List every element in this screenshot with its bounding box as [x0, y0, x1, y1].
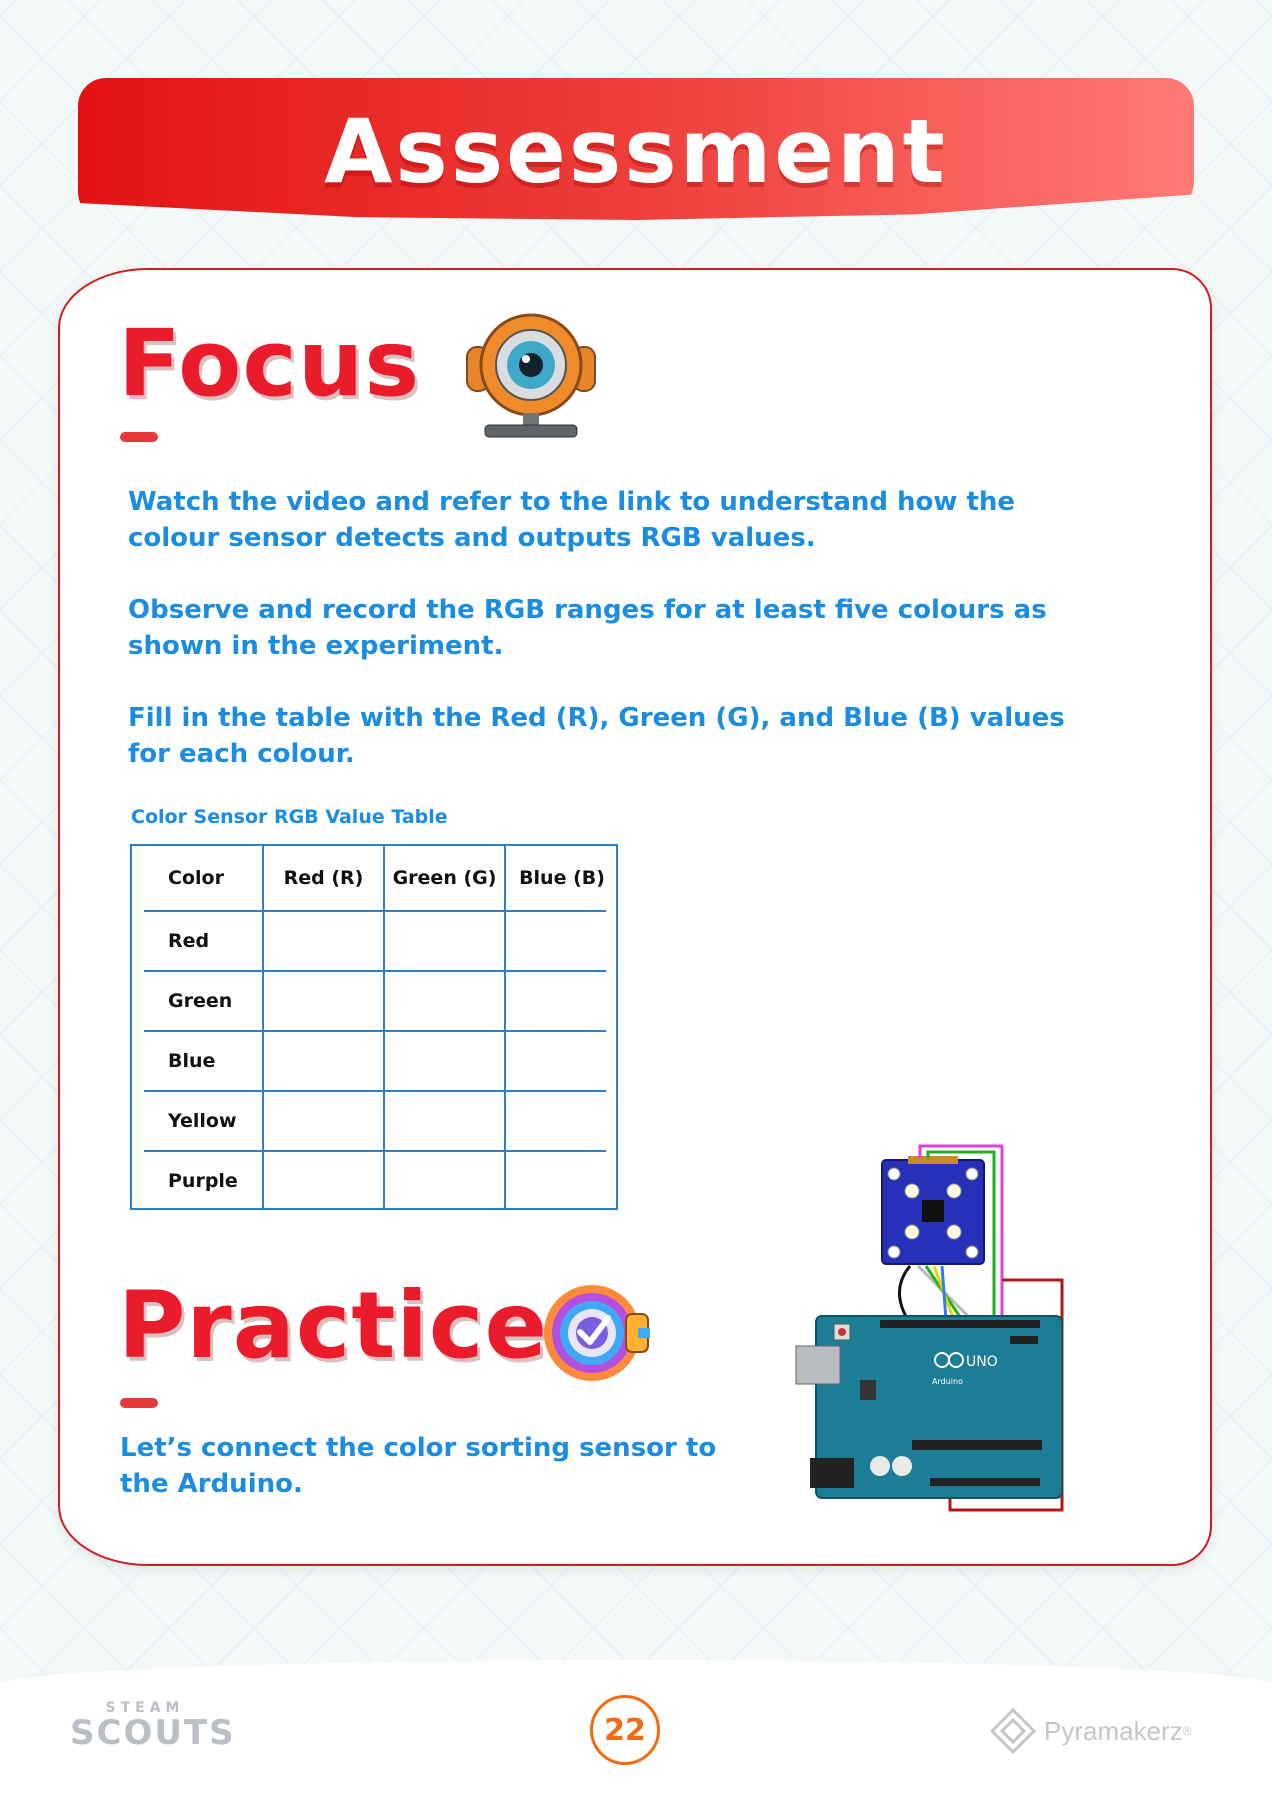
- table-row: Blue: [132, 1032, 616, 1090]
- header-green: Green (G): [392, 867, 497, 889]
- header-color: Color: [168, 867, 224, 889]
- focus-heading: Focus: [118, 310, 421, 417]
- trademark-mark: ®: [1182, 1724, 1192, 1738]
- table-row: Purple: [132, 1152, 616, 1210]
- focus-instructions: Watch the video and refer to the link to…: [128, 484, 1088, 808]
- instruction-3: Fill in the table with the Red (R), Gree…: [128, 703, 1065, 769]
- board-uno-label: UNO: [966, 1354, 998, 1370]
- row-label-green: Green: [168, 990, 233, 1012]
- pyramakerz-label: Pyramakerz: [1044, 1715, 1183, 1746]
- board-brand-label: Arduino: [932, 1377, 963, 1386]
- instruction-1: Watch the video and refer to the link to…: [128, 487, 1016, 553]
- steam-logo-main: SCOUTS: [70, 1713, 236, 1753]
- practice-text: Let’s connect the color sorting sensor t…: [120, 1433, 717, 1499]
- header-blue: Blue (B): [519, 867, 605, 889]
- row-label-blue: Blue: [168, 1050, 216, 1072]
- row-label-yellow: Yellow: [168, 1110, 237, 1132]
- arduino-wiring-diagram: UNO Arduino: [795, 1144, 1064, 1512]
- instruction-2: Observe and record the RGB ranges for at…: [128, 595, 1047, 661]
- header-red: Red (R): [283, 867, 364, 889]
- table-header-row: Color Red (R) Green (G) Blue (B): [132, 846, 616, 910]
- table-row: Red: [132, 912, 616, 970]
- practice-heading: Practice: [118, 1272, 548, 1379]
- pyramakerz-logo: Pyramakerz ®: [990, 1708, 1192, 1754]
- rgb-value-table: Color Red (R) Green (G) Blue (B) Red Gre…: [130, 844, 618, 1210]
- page-number: 22: [590, 1695, 660, 1765]
- pyramid-logo-icon: [990, 1708, 1036, 1754]
- focus-underline: [120, 432, 158, 442]
- target-check-icon: [544, 1285, 650, 1381]
- row-label-purple: Purple: [168, 1170, 238, 1192]
- header-banner: Assessment: [78, 78, 1194, 220]
- steam-scouts-logo: STEAM SCOUTS: [70, 1700, 236, 1760]
- page-title: Assessment: [324, 100, 948, 203]
- table-row: Yellow: [132, 1092, 616, 1150]
- row-label-red: Red: [168, 930, 210, 952]
- practice-underline: [120, 1398, 158, 1408]
- webcam-robot-icon: [466, 313, 596, 438]
- table-row: Green: [132, 972, 616, 1030]
- table-caption: Color Sensor RGB Value Table: [131, 806, 448, 828]
